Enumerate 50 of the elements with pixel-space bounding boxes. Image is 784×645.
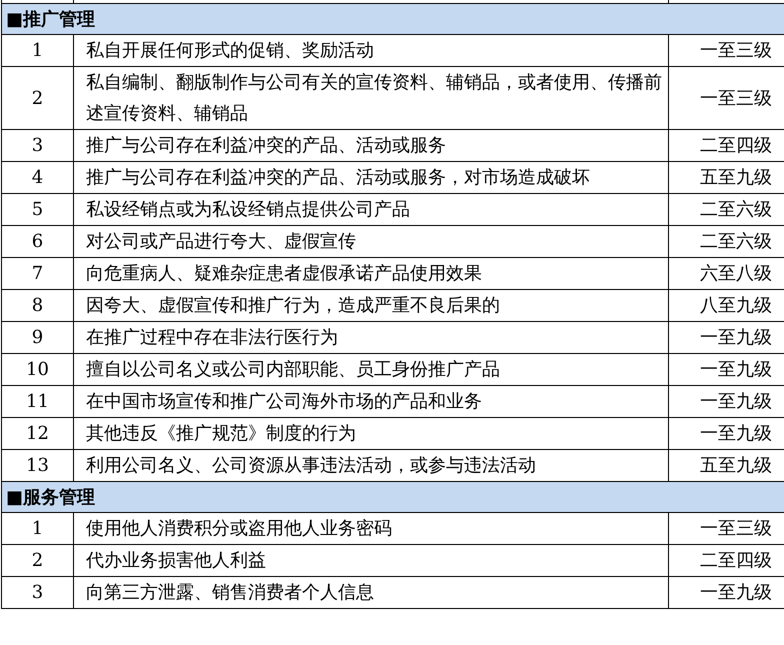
row-number: 10 <box>26 358 49 382</box>
penalty-level: 二至四级 <box>700 549 773 573</box>
violation-text: 私设经销点或为私设经销点提供公司产品 <box>85 198 411 222</box>
row-number: 1 <box>32 517 44 541</box>
row-number: 3 <box>32 581 44 605</box>
row-number: 13 <box>26 454 49 478</box>
row-number: 6 <box>32 230 44 254</box>
row-number: 2 <box>32 549 44 573</box>
penalty-level: 一至九级 <box>700 358 773 382</box>
penalty-level: 五至九级 <box>700 166 773 190</box>
penalty-level: 一至三级 <box>700 517 773 541</box>
violation-text: 利用公司名义、公司资源从事违法活动，或参与违法活动 <box>85 454 537 478</box>
row-number: 2 <box>32 86 44 110</box>
row-number: 4 <box>32 166 44 190</box>
violation-text: 私自开展任何形式的促销、奖励活动 <box>85 39 375 63</box>
violation-text: 使用他人消费积分或盗用他人业务密码 <box>85 517 393 541</box>
violation-text: 推广与公司存在利益冲突的产品、活动或服务，对市场造成破坏 <box>85 166 591 190</box>
violation-text: 对公司或产品进行夸大、虚假宣传 <box>85 230 357 254</box>
violation-text: 其他违反《推广规范》制度的行为 <box>85 422 357 446</box>
violation-text: 代办业务损害他人利益 <box>85 549 267 573</box>
penalty-level: 一至九级 <box>700 422 773 446</box>
row-number: 12 <box>26 422 49 446</box>
penalty-level: 五至九级 <box>700 454 773 478</box>
violation-text: 向危重病人、疑难杂症患者虚假承诺产品使用效果 <box>85 262 483 286</box>
section-header: ■服务管理 <box>2 481 784 512</box>
row-number: 9 <box>32 326 44 350</box>
penalty-level: 一至九级 <box>700 581 773 605</box>
row-number: 3 <box>32 134 44 158</box>
penalty-level: 一至九级 <box>700 390 773 414</box>
violation-text: 在中国市场宣传和推广公司海外市场的产品和业务 <box>85 390 483 414</box>
row-number: 11 <box>26 390 49 414</box>
penalty-level: 二至四级 <box>700 134 773 158</box>
violation-text: 推广与公司存在利益冲突的产品、活动或服务 <box>85 134 447 158</box>
violation-text: 在推广过程中存在非法行医行为 <box>85 326 339 350</box>
penalty-level: 二至六级 <box>700 230 773 254</box>
penalty-level: 一至三级 <box>700 39 773 63</box>
violation-text: 因夸大、虚假宣传和推广行为，造成严重不良后果的 <box>85 294 501 318</box>
row-number: 7 <box>32 262 44 286</box>
penalty-level: 二至六级 <box>700 198 773 222</box>
violation-text: 向第三方泄露、销售消费者个人信息 <box>85 581 375 605</box>
penalty-level: 六至八级 <box>700 262 773 286</box>
row-number: 1 <box>32 39 44 63</box>
row-number: 8 <box>32 294 44 318</box>
penalty-level: 八至九级 <box>700 294 773 318</box>
violation-text: 擅自以公司名义或公司内部职能、员工身份推广产品 <box>85 358 501 382</box>
violation-text: 私自编制、翻版制作与公司有关的宣传资料、辅销品，或者使用、传播前述宣传资料、辅销品 <box>85 71 663 126</box>
penalty-level: 一至九级 <box>700 326 773 350</box>
row-number: 5 <box>32 198 44 222</box>
section-header: ■推广管理 <box>2 3 784 34</box>
penalty-level: 一至三级 <box>700 86 773 110</box>
